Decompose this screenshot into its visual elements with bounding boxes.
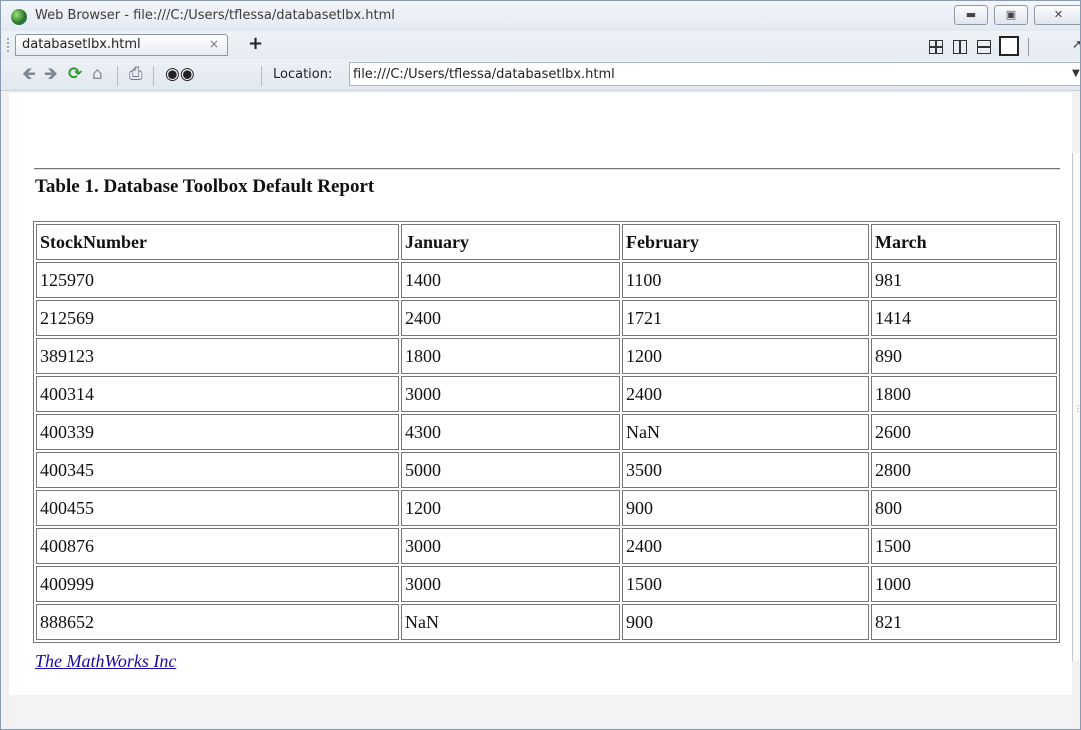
table-cell: 2800 — [871, 452, 1057, 488]
table-row: 400345 5000 3500 2800 — [36, 452, 1057, 488]
globe-icon — [11, 9, 27, 25]
table-header-row: StockNumber January February March — [36, 224, 1057, 260]
table-cell: 821 — [871, 604, 1057, 640]
forward-arrow-icon[interactable]: 🡺 — [44, 65, 58, 83]
tab-bar: databasetlbx.html × + ➚ — [1, 31, 1080, 60]
table-row: 400314 3000 2400 1800 — [36, 376, 1057, 412]
table-cell: 400876 — [36, 528, 399, 564]
table-caption: Table 1. Database Toolbox Default Report — [35, 176, 375, 197]
table-row: 400455 1200 900 800 — [36, 490, 1057, 526]
table-row: 212569 2400 1721 1414 — [36, 300, 1057, 336]
single-view-icon[interactable] — [997, 34, 1023, 60]
table-cell: 5000 — [401, 452, 620, 488]
table-cell: 900 — [622, 604, 869, 640]
toolbar-divider — [1028, 38, 1029, 56]
table-cell: 400455 — [36, 490, 399, 526]
minimize-icon: ▬ — [965, 8, 977, 21]
table-row: 125970 1400 1100 981 — [36, 262, 1057, 298]
table-cell: 1500 — [871, 528, 1057, 564]
table-cell: 400339 — [36, 414, 399, 450]
table-row: 888652 NaN 900 821 — [36, 604, 1057, 640]
table-cell: 400314 — [36, 376, 399, 412]
location-dropdown-icon[interactable]: ▼ — [1072, 68, 1080, 79]
tab-databasetlbx[interactable]: databasetlbx.html × — [15, 34, 228, 56]
table-cell: 3000 — [401, 528, 620, 564]
table-cell: 2400 — [622, 376, 869, 412]
column-header-stocknumber: StockNumber — [36, 224, 399, 260]
tab-close-icon[interactable]: × — [209, 37, 219, 51]
table-cell: 1500 — [622, 566, 869, 602]
table-cell: 3000 — [401, 566, 620, 602]
table-cell: 212569 — [36, 300, 399, 336]
table-cell: 1800 — [401, 338, 620, 374]
location-input[interactable] — [349, 62, 1080, 86]
tile-grid-icon[interactable] — [929, 40, 943, 54]
table-cell: 2400 — [622, 528, 869, 564]
refresh-icon[interactable]: ⟳ — [68, 65, 82, 83]
table-cell: 400999 — [36, 566, 399, 602]
table-cell: 1100 — [622, 262, 869, 298]
back-arrow-icon[interactable]: 🡸 — [22, 65, 36, 83]
table-cell: NaN — [622, 414, 869, 450]
minimize-button[interactable]: ▬ — [954, 5, 988, 25]
table-row: 400999 3000 1500 1000 — [36, 566, 1057, 602]
table-cell: 900 — [622, 490, 869, 526]
table-row: 400876 3000 2400 1500 — [36, 528, 1057, 564]
table-cell: 389123 — [36, 338, 399, 374]
location-label: Location: — [273, 67, 333, 82]
print-icon[interactable]: ⎙ — [129, 65, 143, 83]
table-cell: 981 — [871, 262, 1057, 298]
drag-grip-icon[interactable] — [6, 37, 10, 53]
table-cell: 1800 — [871, 376, 1057, 412]
horizontal-rule — [34, 168, 1060, 170]
table-row: 400339 4300 NaN 2600 — [36, 414, 1057, 450]
column-header-march: March — [871, 224, 1057, 260]
report-table: StockNumber January February March 12597… — [33, 221, 1060, 643]
toolbar-divider — [117, 66, 118, 86]
table-cell: 890 — [871, 338, 1057, 374]
table-cell: 1200 — [401, 490, 620, 526]
page-bottom-area — [9, 695, 1072, 729]
table-cell: 1721 — [622, 300, 869, 336]
split-vertical-icon[interactable] — [953, 40, 967, 54]
table-cell: 800 — [871, 490, 1057, 526]
navigation-toolbar: 🡸 🡺 ⟳ ⌂ ⎙ ◉◉ Location: ▼ — [1, 59, 1080, 91]
maximize-icon: ▣ — [1005, 8, 1017, 21]
table-cell: 1000 — [871, 566, 1057, 602]
table-cell: 400345 — [36, 452, 399, 488]
binoculars-find-icon[interactable]: ◉◉ — [165, 65, 195, 83]
close-icon: ✕ — [1053, 8, 1064, 21]
split-horizontal-icon[interactable] — [977, 40, 991, 54]
maximize-button[interactable]: ▣ — [994, 5, 1028, 25]
undock-arrow-icon[interactable]: ➚ — [1072, 37, 1080, 51]
column-header-february: February — [622, 224, 869, 260]
table-cell: 125970 — [36, 262, 399, 298]
table-cell: 1414 — [871, 300, 1057, 336]
table-cell: 888652 — [36, 604, 399, 640]
new-tab-button[interactable]: + — [248, 33, 263, 54]
table-cell: 1200 — [622, 338, 869, 374]
column-header-january: January — [401, 224, 620, 260]
scrollbar-grip-icon[interactable]: ⋮ — [1074, 404, 1080, 413]
table-cell: 1400 — [401, 262, 620, 298]
home-icon[interactable]: ⌂ — [92, 65, 103, 83]
mathworks-link[interactable]: The MathWorks Inc — [35, 651, 176, 672]
browser-window: Web Browser - file:///C:/Users/tflessa/d… — [0, 0, 1081, 730]
table-cell: 3500 — [622, 452, 869, 488]
title-bar: Web Browser - file:///C:/Users/tflessa/d… — [1, 1, 1080, 31]
toolbar-divider — [153, 66, 154, 86]
tab-label: databasetlbx.html — [22, 37, 141, 52]
table-cell: 3000 — [401, 376, 620, 412]
table-cell: 2400 — [401, 300, 620, 336]
table-cell: 4300 — [401, 414, 620, 450]
table-row: 389123 1800 1200 890 — [36, 338, 1057, 374]
window-title: Web Browser - file:///C:/Users/tflessa/d… — [35, 8, 395, 23]
table-cell: NaN — [401, 604, 620, 640]
toolbar-divider — [261, 66, 262, 86]
table-cell: 2600 — [871, 414, 1057, 450]
close-button[interactable]: ✕ — [1034, 5, 1080, 25]
